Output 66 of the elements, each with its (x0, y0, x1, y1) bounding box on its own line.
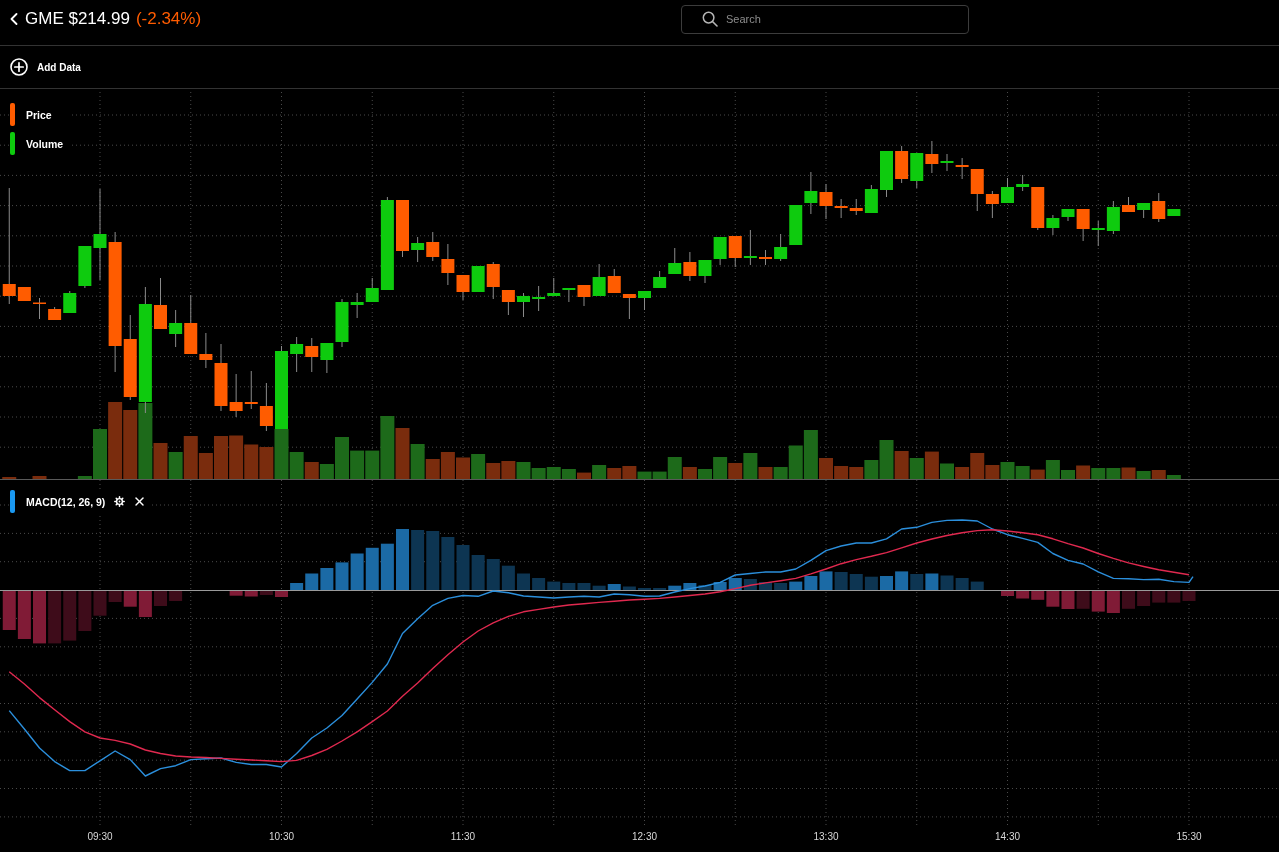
histogram-bar (864, 576, 878, 590)
settings-icon[interactable] (114, 496, 126, 507)
histogram-bar (17, 591, 31, 639)
histogram-bar (910, 574, 924, 590)
ticker-title: GME $214.99 (25, 9, 130, 29)
histogram-bar (396, 529, 409, 590)
histogram-bar (1167, 591, 1181, 603)
histogram-bar (834, 572, 848, 590)
indicator-label: MACD(12, 26, 9) (26, 495, 106, 508)
histogram-bar (320, 568, 334, 590)
histogram-bar (849, 574, 863, 590)
axis-label: 15:30 (1176, 831, 1202, 842)
histogram-bar (1091, 591, 1105, 612)
legend-label: Volume (26, 137, 64, 150)
histogram-bar (33, 591, 46, 644)
histogram-bar (335, 562, 349, 590)
search-icon (702, 10, 718, 27)
axis-label: 14:30 (995, 831, 1020, 842)
legend-label: Price (26, 108, 52, 121)
add-data-button[interactable]: Add Data (10, 58, 81, 76)
histogram-bar (955, 578, 969, 590)
histogram-bar (1001, 591, 1014, 596)
axis-label: 09:30 (87, 831, 113, 842)
histogram-bar (1106, 591, 1120, 613)
histogram-bar (486, 559, 500, 590)
price-change: (-2.34%) (135, 9, 202, 29)
histogram-bar (2, 591, 16, 630)
histogram-bar (426, 531, 440, 590)
histogram-bar (743, 579, 757, 590)
histogram-bar (456, 545, 470, 590)
histogram-bar (1152, 591, 1166, 603)
histogram-bar (380, 543, 394, 590)
histogram-bar (350, 553, 364, 590)
search-field[interactable]: Search (681, 4, 969, 34)
histogram-bar (547, 581, 561, 590)
histogram-bar (501, 565, 515, 590)
histogram-bar (940, 575, 954, 590)
histogram-bar (1137, 591, 1151, 606)
histogram-bar (925, 573, 939, 590)
histogram-bar (48, 591, 62, 644)
histogram-bar (154, 591, 167, 606)
histogram-bar (1061, 591, 1075, 609)
histogram-bar (441, 537, 455, 590)
axis-label: 12:30 (632, 831, 657, 842)
histogram-bar (1076, 591, 1090, 609)
histogram-bar (759, 582, 772, 590)
histogram-bar (169, 591, 183, 601)
histogram-bar (365, 547, 379, 590)
histogram-bar (970, 581, 984, 590)
back-icon[interactable] (10, 13, 18, 25)
histogram-bar (517, 573, 530, 590)
histogram-bar (895, 571, 909, 590)
histogram-bar (880, 576, 893, 590)
histogram-bar (411, 530, 425, 590)
add-icon (10, 58, 28, 76)
histogram-bar (819, 571, 833, 590)
histogram-bar (275, 591, 288, 597)
histogram-bar (63, 591, 77, 641)
histogram-bar (471, 555, 485, 590)
axis-label: 10:30 (269, 831, 294, 842)
axis-label: 13:30 (813, 831, 839, 842)
axis-label: 11:30 (450, 831, 476, 842)
histogram-bar (1182, 591, 1196, 601)
histogram-bar (532, 578, 546, 590)
histogram-bar (1122, 591, 1135, 609)
close-icon[interactable] (135, 497, 145, 506)
